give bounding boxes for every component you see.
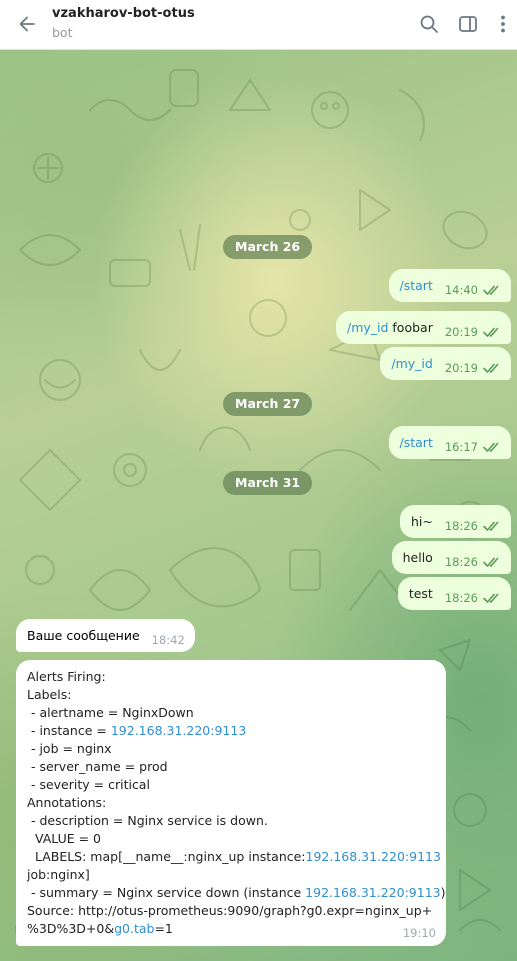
double-check-icon [483,592,501,604]
message-time: 16:17 [444,440,478,454]
alert-line: job:nginx] [27,867,90,882]
alert-line: - job = nginx [27,741,112,756]
alert-line: - summary = Nginx service down (instance… [27,885,446,900]
message-text: hi~ [410,514,433,529]
more-vertical-icon [501,15,505,33]
bot-command-link[interactable]: /start [400,278,433,293]
date-separator: March 27 [223,392,313,416]
alert-line: Labels: [27,687,72,702]
search-icon [420,15,438,33]
alert-body: Alerts Firing: Labels: - alertname = Ngi… [27,668,446,938]
alert-line: LABELS: map[__name__:nginx_up instance:1… [27,849,441,864]
message-time: 20:19 [444,361,478,375]
chat-status: bot [52,25,73,40]
alert-line: Alerts Firing: [27,669,106,684]
alert-line: - server_name = prod [27,759,168,774]
chat-title[interactable]: vzakharov-bot-otus [52,6,195,21]
outgoing-message[interactable]: hello 18:26 [391,541,511,574]
chat-area[interactable]: March 26 March 27 March 31 /start 14:40 … [0,50,517,961]
ip-link[interactable]: 192.168.31.220:9113 [305,885,440,900]
double-check-icon [483,284,501,296]
alert-line: Annotations: [27,795,107,810]
ip-link[interactable]: 192.168.31.220:9113 [306,849,441,864]
outgoing-message[interactable]: /start 16:17 [388,426,511,459]
chat-header: vzakharov-bot-otus bot [0,0,517,50]
message-text: foobar [388,320,433,335]
bot-command-link[interactable]: /start [400,435,433,450]
alert-message[interactable]: Alerts Firing: Labels: - alertname = Ngi… [16,660,446,946]
message-time: 18:26 [444,591,478,605]
message-time: 20:19 [444,325,478,339]
alert-line: - instance = 192.168.31.220:9113 [27,723,247,738]
date-separator: March 26 [223,235,313,259]
search-button[interactable] [417,12,441,36]
alert-line: Source: http://otus-prometheus:9090/grap… [27,903,433,918]
double-check-icon [483,520,501,532]
sidebar-toggle-button[interactable] [456,12,480,36]
url-link[interactable]: g0.tab [114,921,154,936]
back-button[interactable] [14,11,40,37]
alert-line: - severity = critical [27,777,150,792]
outgoing-message[interactable]: test 18:26 [397,577,511,610]
message-time: 19:10 [402,926,436,940]
date-separator: March 31 [223,471,313,495]
message-time: 14:40 [444,283,478,297]
outgoing-message[interactable]: /start 14:40 [388,269,511,302]
alert-line: %3D%3D+0&g0.tab=1 [27,921,173,936]
message-text: test [408,586,433,601]
message-time: 18:26 [444,555,478,569]
outgoing-message[interactable]: /my_id 20:19 [380,347,511,380]
more-options-button[interactable] [491,12,515,36]
bot-command-link[interactable]: /my_id [347,320,388,335]
double-check-icon [483,362,501,374]
double-check-icon [483,441,501,453]
double-check-icon [483,556,501,568]
double-check-icon [483,326,501,338]
message-text: Ваше сообщение [27,628,140,643]
alert-line: VALUE = 0 [27,831,102,846]
message-time: 18:26 [444,519,478,533]
alert-line: - description = Nginx service is down. [27,813,268,828]
outgoing-message[interactable]: /my_id foobar 20:19 [335,311,511,344]
alert-line: - alertname = NginxDown [27,705,194,720]
arrow-left-icon [19,16,35,32]
message-time: 18:42 [151,633,185,647]
bot-command-link[interactable]: /my_id [391,356,432,371]
sidebar-icon [459,16,477,32]
ip-link[interactable]: 192.168.31.220:9113 [111,723,246,738]
incoming-message[interactable]: Ваше сообщение 18:42 [16,619,195,652]
message-text: hello [402,550,433,565]
outgoing-message[interactable]: hi~ 18:26 [399,505,511,538]
